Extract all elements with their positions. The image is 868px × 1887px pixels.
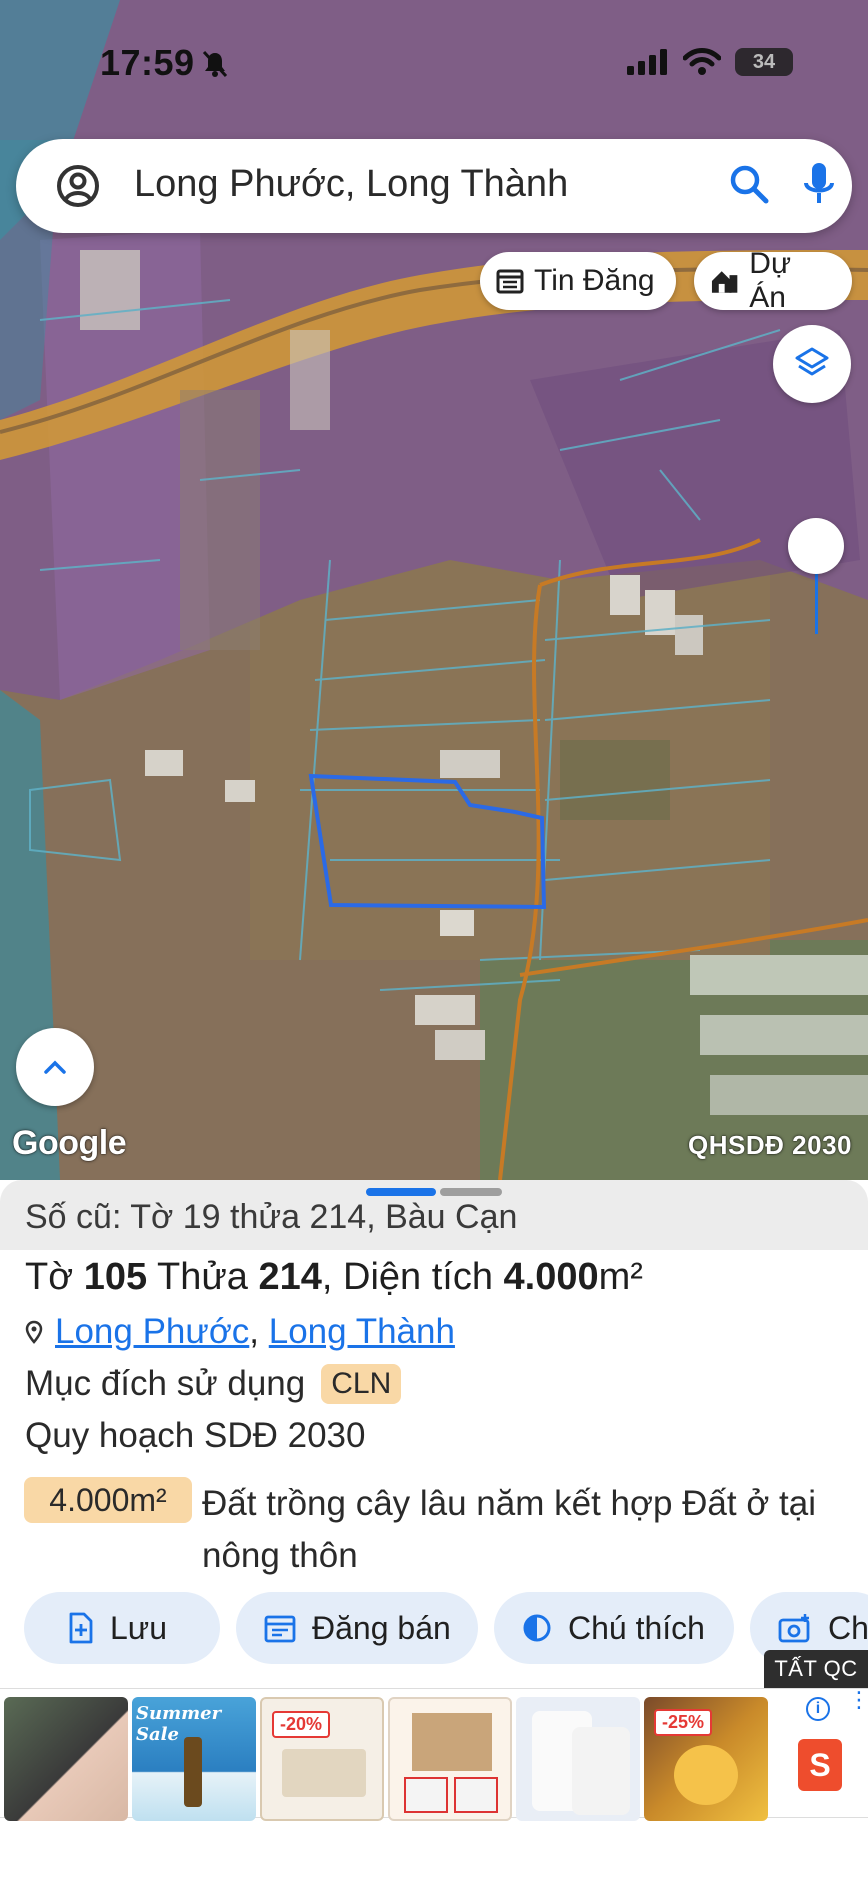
status-bar: 17:59 34 [0, 0, 868, 120]
sheet-drag-handle[interactable] [366, 1188, 436, 1196]
post-for-sale-button[interactable]: Đăng bán [236, 1592, 478, 1664]
bell-slash-icon [202, 50, 228, 78]
shopee-logo-icon[interactable]: S [798, 1739, 842, 1791]
expand-sheet-button[interactable] [16, 1028, 94, 1106]
battery-indicator: 34 [735, 48, 793, 76]
save-label: Lưu [110, 1609, 168, 1646]
microphone-icon[interactable] [802, 161, 836, 209]
contrast-icon [523, 1614, 551, 1642]
ad-product-tile[interactable]: -20% [260, 1697, 384, 1821]
area-label: Diện tích [343, 1256, 493, 1298]
projects-chip[interactable]: Dự Án [694, 247, 852, 314]
district-link[interactable]: Long Thành [269, 1312, 455, 1351]
ward-link[interactable]: Long Phước [55, 1312, 249, 1351]
app-root: 17:59 34 Long Phước, Long Thành Tin Đăng… [0, 0, 868, 1887]
chevron-up-icon [44, 1060, 66, 1074]
location-separator: , [249, 1312, 260, 1351]
legend-label: Chú thích [568, 1609, 705, 1646]
ad-info-icon[interactable]: i [806, 1697, 830, 1721]
post-for-sale-label: Đăng bán [312, 1609, 451, 1646]
slider-knob[interactable] [788, 518, 844, 574]
search-icon[interactable] [728, 163, 772, 207]
purpose-label: Mục đích sử dụng [25, 1364, 306, 1403]
parcel-info-sheet[interactable]: Số cũ: Tờ 19 thửa 214, Bàu Cạn Tờ 105 Th… [0, 1180, 868, 1887]
legend-button[interactable]: Chú thích [494, 1592, 734, 1664]
posts-chip-label: Tin Đăng [534, 264, 655, 297]
ad-more-icon[interactable]: ⋮ [848, 1689, 868, 1711]
layers-icon [795, 347, 829, 376]
file-add-icon [69, 1612, 93, 1644]
cellular-signal-icon [627, 49, 667, 75]
plot-number: 214 [258, 1256, 322, 1298]
title-separator: , [321, 1256, 333, 1298]
land-use-purpose-row: Mục đích sử dụng CLN [25, 1364, 402, 1404]
ad-label[interactable]: TẤT QC [764, 1650, 868, 1688]
wifi-icon [683, 48, 721, 75]
purpose-code-badge: CLN [321, 1364, 402, 1404]
ad-product-tile[interactable]: -25% [644, 1697, 768, 1821]
camera-add-icon [778, 1614, 810, 1643]
status-time: 17:59 [100, 42, 195, 83]
plan-title: Quy hoạch SDĐ 2030 [25, 1416, 366, 1455]
location-row: Long Phước, Long Thành [25, 1312, 455, 1352]
ad-product-tile[interactable]: Summer Sale [132, 1697, 256, 1821]
location-pin-icon [25, 1320, 43, 1344]
overlay-opacity-slider[interactable] [788, 518, 844, 636]
ad-product-tile[interactable] [388, 1697, 512, 1821]
search-query[interactable]: Long Phước, Long Thành [134, 163, 568, 206]
plan-layer-label: QHSDĐ 2030 [688, 1130, 852, 1160]
parcel-title: Tờ 105 Thửa 214, Diện tích 4.000m² [25, 1256, 643, 1299]
search-bar[interactable]: Long Phước, Long Thành [16, 139, 852, 233]
ad-product-tile[interactable] [4, 1697, 128, 1821]
area-unit: m² [598, 1256, 643, 1298]
google-logo: Google [12, 1124, 127, 1162]
plot-label: Thửa [156, 1256, 248, 1298]
status-icons: 34 [627, 48, 793, 76]
plan-area-badge: 4.000m² [24, 1477, 192, 1523]
calendar-icon [264, 1615, 296, 1643]
ad-banner[interactable]: Summer Sale -20% -25% i ⋮ S [0, 1688, 868, 1821]
sheet-number: 105 [83, 1256, 148, 1298]
posts-chip[interactable]: Tin Đăng [480, 252, 676, 310]
area-value: 4.000 [503, 1256, 599, 1298]
ad-product-tile[interactable] [516, 1697, 640, 1821]
layers-button[interactable] [773, 325, 851, 403]
calendar-list-icon [496, 269, 524, 294]
save-button[interactable]: Lưu [24, 1592, 220, 1664]
sheet-drag-handle-secondary[interactable] [440, 1188, 502, 1196]
photo-label: Ch [828, 1609, 868, 1646]
sheet-label: Tờ [25, 1256, 74, 1298]
map-view[interactable]: 17:59 34 Long Phước, Long Thành Tin Đăng… [0, 0, 868, 1180]
account-icon[interactable] [56, 164, 100, 208]
plan-description: Đất trồng cây lâu năm kết hợp Đất ở tại … [202, 1484, 816, 1575]
building-icon [711, 271, 738, 293]
ad-discount-tag: -25% [654, 1709, 713, 1736]
projects-chip-label: Dự Án [749, 247, 792, 314]
ad-discount-tag: -20% [272, 1711, 331, 1738]
